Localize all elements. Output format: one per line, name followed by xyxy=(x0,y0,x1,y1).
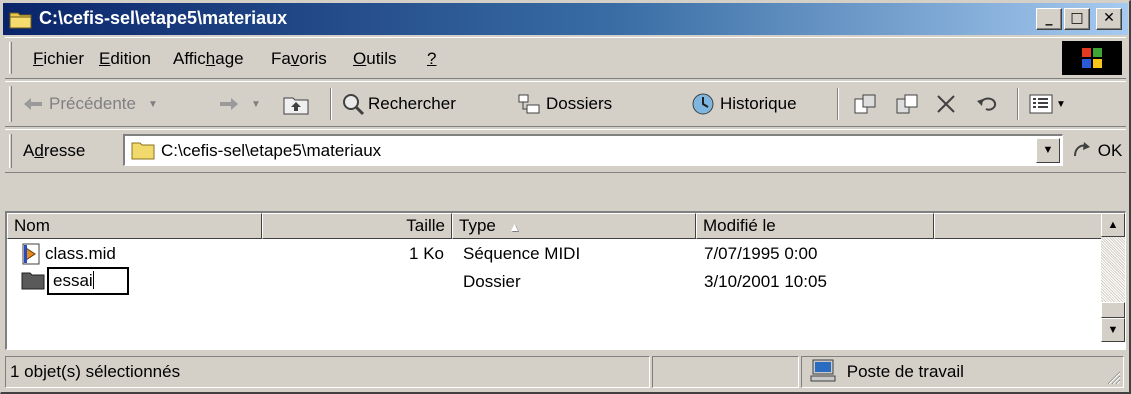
status-empty-pane xyxy=(652,356,799,388)
column-header-empty[interactable] xyxy=(934,213,1102,239)
address-input[interactable]: C:\cefis-sel\etape5\materiaux ▼ xyxy=(123,134,1063,166)
windows-logo-icon xyxy=(1062,41,1122,75)
scrollbar-track[interactable] xyxy=(1101,237,1125,302)
file-type: Dossier xyxy=(463,272,521,291)
folder-icon xyxy=(9,12,32,29)
toolbar-grip[interactable] xyxy=(9,86,12,122)
list-item[interactable]: essai Dossier 3/10/2001 10:05 xyxy=(7,267,1101,295)
address-grip[interactable] xyxy=(9,134,12,168)
go-arrow-icon xyxy=(1074,142,1090,157)
status-selection: 1 objet(s) sélectionnés xyxy=(5,356,650,388)
rename-field[interactable]: essai xyxy=(47,267,129,295)
back-label: Précédente xyxy=(49,94,136,113)
file-modified: 3/10/2001 10:05 xyxy=(704,272,827,291)
minimize-button[interactable]: _ xyxy=(1036,8,1062,30)
forward-arrow-icon xyxy=(220,98,238,110)
views-button[interactable]: ▼ xyxy=(1029,90,1066,118)
column-header-modified[interactable]: Modifié le xyxy=(696,213,934,239)
menu-bar: Fichier Edition Affichage Favoris Outils… xyxy=(5,37,1126,79)
folder-icon xyxy=(21,272,45,290)
search-label: Rechercher xyxy=(368,94,456,113)
menu-grip[interactable] xyxy=(9,42,12,74)
menu-favoris[interactable]: Favoris xyxy=(271,49,327,69)
midi-file-icon xyxy=(22,243,40,265)
menu-fichier[interactable]: Fichier xyxy=(33,49,84,69)
maximize-button[interactable]: □ xyxy=(1064,8,1090,30)
up-folder-button[interactable] xyxy=(283,90,309,118)
zone-label: Poste de travail xyxy=(846,362,964,381)
toolbar-separator xyxy=(1017,88,1019,120)
text-cursor xyxy=(92,271,94,289)
undo-icon xyxy=(977,97,997,111)
address-dropdown-button[interactable]: ▼ xyxy=(1036,138,1060,163)
menu-affichage[interactable]: Affichage xyxy=(173,49,244,69)
history-button[interactable]: Historique xyxy=(691,90,797,118)
file-type: Séquence MIDI xyxy=(463,244,581,263)
back-arrow-icon xyxy=(24,98,42,110)
explorer-window: C:\cefis-sel\etape5\materiaux _ □ ✕ Fich… xyxy=(0,0,1131,394)
history-label: Historique xyxy=(720,94,797,113)
file-list[interactable]: Nom Taille Type ▲ Modifié le class.mid 1… xyxy=(5,211,1126,350)
standard-toolbar: Précédente ▼ ▼ Rechercher Dossiers Histo… xyxy=(5,81,1126,127)
search-button[interactable]: Rechercher xyxy=(341,90,456,118)
address-value: C:\cefis-sel\etape5\materiaux xyxy=(161,141,382,160)
computer-icon xyxy=(810,359,836,382)
forward-button[interactable]: ▼ xyxy=(219,90,261,118)
up-folder-icon xyxy=(283,97,309,115)
copy-to-icon xyxy=(896,94,918,114)
folder-icon xyxy=(131,142,155,160)
window-title: C:\cefis-sel\etape5\materiaux xyxy=(39,8,288,28)
go-button[interactable]: OK xyxy=(1071,140,1122,161)
move-to-button[interactable] xyxy=(853,90,877,118)
copy-to-button[interactable] xyxy=(895,90,919,118)
address-bar: Adresse C:\cefis-sel\etape5\materiaux ▼ … xyxy=(5,129,1126,173)
go-label: OK xyxy=(1097,141,1123,160)
delete-button[interactable] xyxy=(935,90,957,118)
search-icon xyxy=(343,94,365,116)
menu-help[interactable]: ? xyxy=(427,49,436,69)
folders-label: Dossiers xyxy=(546,94,613,113)
toolbar-separator xyxy=(837,88,839,120)
list-item[interactable]: class.mid 1 Ko Séquence MIDI 7/07/1995 0… xyxy=(7,241,1101,267)
resize-grip-icon[interactable] xyxy=(1105,369,1121,385)
toolbar-separator xyxy=(330,88,332,120)
undo-button[interactable] xyxy=(975,90,999,118)
views-dropdown-icon[interactable]: ▼ xyxy=(1056,99,1066,110)
forward-dropdown-icon[interactable]: ▼ xyxy=(251,99,261,110)
title-bar[interactable]: C:\cefis-sel\etape5\materiaux _ □ ✕ xyxy=(3,3,1128,35)
menu-outils[interactable]: Outils xyxy=(353,49,396,69)
file-name: class.mid xyxy=(45,244,116,263)
folders-icon xyxy=(518,94,540,114)
file-modified: 7/07/1995 0:00 xyxy=(704,244,818,263)
scroll-up-button[interactable]: ▲ xyxy=(1101,213,1125,237)
column-header-type[interactable]: Type ▲ xyxy=(452,213,696,239)
move-to-icon xyxy=(854,94,876,114)
back-dropdown-icon[interactable]: ▼ xyxy=(148,99,158,110)
close-button[interactable]: ✕ xyxy=(1096,8,1122,30)
back-button[interactable]: Précédente ▼ xyxy=(23,90,158,118)
history-icon xyxy=(692,93,714,115)
file-size: 1 Ko xyxy=(409,244,444,263)
status-zone: Poste de travail xyxy=(801,356,1124,388)
column-header-name[interactable]: Nom xyxy=(7,213,262,239)
address-label: Adresse xyxy=(23,141,86,160)
folders-button[interactable]: Dossiers xyxy=(517,90,612,118)
delete-icon xyxy=(937,95,955,113)
scroll-down-button[interactable]: ▼ xyxy=(1101,318,1125,342)
views-icon xyxy=(1029,94,1053,114)
column-header-size[interactable]: Taille xyxy=(262,213,452,239)
menu-edition[interactable]: Edition xyxy=(99,49,151,69)
scrollbar-thumb[interactable] xyxy=(1101,302,1125,318)
sort-ascending-icon: ▲ xyxy=(508,220,521,234)
